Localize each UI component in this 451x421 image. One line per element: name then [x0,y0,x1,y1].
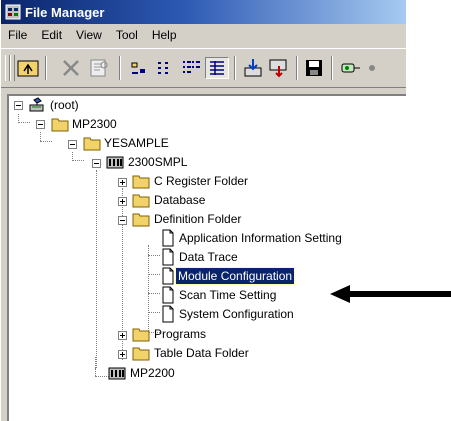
tree-item-2300smpl[interactable]: 2300SMPL [126,154,189,170]
toolbar-separator [296,56,298,80]
toolbar-separator [234,56,236,80]
document-icon [162,229,174,247]
tree-item-table-data-folder[interactable]: Table Data Folder [152,345,251,361]
expand-table-data-toggle[interactable] [118,350,127,359]
tree-connector [40,141,52,142]
small-icons-icon[interactable] [153,57,177,79]
document-icon [162,286,174,304]
controller-module-icon [108,367,126,380]
folder-up-icon[interactable] [16,57,40,79]
collapse-mp2300-toggle[interactable] [36,120,45,129]
toolbar-separator [45,56,47,80]
folder-icon [132,328,150,342]
tree-item-definition-folder[interactable]: Definition Folder [152,211,243,227]
toolbar-separator [119,56,121,80]
folder-tree[interactable]: (root) MP2300 YESAMPLE 2300SMPL C Regist… [7,94,406,421]
menu-tool[interactable]: Tool [109,28,145,42]
folder-open-icon [51,118,69,132]
tree-item-application-information-setting[interactable]: Application Information Setting [177,230,344,246]
document-icon [162,267,174,285]
network-root-icon [29,97,44,112]
expand-database-toggle[interactable] [118,197,127,206]
tree-item-mp2300[interactable]: MP2300 [70,116,119,132]
menu-file[interactable]: File [1,28,34,42]
list-view-icon[interactable] [179,57,203,79]
callout-arrow-icon [330,285,451,303]
collapse-root-toggle[interactable] [14,101,23,110]
tree-item-mp2200[interactable]: MP2200 [128,365,177,381]
tree-item-programs[interactable]: Programs [152,326,208,342]
export-icon[interactable] [267,57,291,79]
expand-c-register-toggle[interactable] [118,178,127,187]
tree-item-c-register-folder[interactable]: C Register Folder [152,173,250,189]
tree-connector [40,132,41,141]
expand-programs-toggle[interactable] [118,331,127,340]
cut-icon[interactable] [59,57,83,79]
tree-connector [95,357,96,376]
details-view-icon [210,61,224,75]
large-icons-icon[interactable] [127,57,151,79]
tree-connector [72,160,84,161]
collapse-definition-folder-toggle[interactable] [118,216,127,225]
save-icon[interactable] [302,57,326,79]
file-manager-app-icon [5,4,21,20]
more-toolbar-icon[interactable] [367,57,391,79]
tree-item-yesample[interactable]: YESAMPLE [102,135,171,151]
toolbar-grip-2[interactable] [10,55,15,81]
tree-item-data-trace[interactable]: Data Trace [177,249,240,265]
folder-open-icon [83,137,101,151]
tree-item-database[interactable]: Database [152,192,207,208]
import-icon[interactable] [241,57,265,79]
folder-open-icon [132,213,150,227]
window-title: File Manager [25,4,105,20]
file-manager-window: File Manager File Edit View Tool Help (r… [0,0,406,421]
menu-help[interactable]: Help [145,28,184,42]
title-bar: File Manager [1,0,406,24]
menu-bar: File Edit View Tool Help [1,24,406,46]
menu-view[interactable]: View [69,28,109,42]
toolbar [1,48,406,88]
properties-icon[interactable] [87,57,111,79]
menu-edit[interactable]: Edit [34,28,69,42]
collapse-2300smpl-toggle[interactable] [92,159,101,168]
tree-item-root[interactable]: (root) [48,97,81,113]
document-icon [162,248,174,266]
tree-item-module-configuration[interactable]: Module Configuration [174,267,296,285]
tree-item-system-configuration[interactable]: System Configuration [177,306,296,322]
controller-module-icon [106,156,124,169]
collapse-yesample-toggle[interactable] [68,140,77,149]
tree-connector [95,376,109,377]
tree-connector [96,170,97,368]
details-view-button[interactable] [205,57,229,79]
tree-connector [18,122,30,123]
folder-icon [132,194,150,208]
link-icon[interactable] [339,57,363,79]
folder-icon [132,175,150,189]
tree-item-scan-time-setting[interactable]: Scan Time Setting [177,287,278,303]
toolbar-separator [331,56,333,80]
document-icon [162,305,174,323]
folder-icon [132,347,150,361]
